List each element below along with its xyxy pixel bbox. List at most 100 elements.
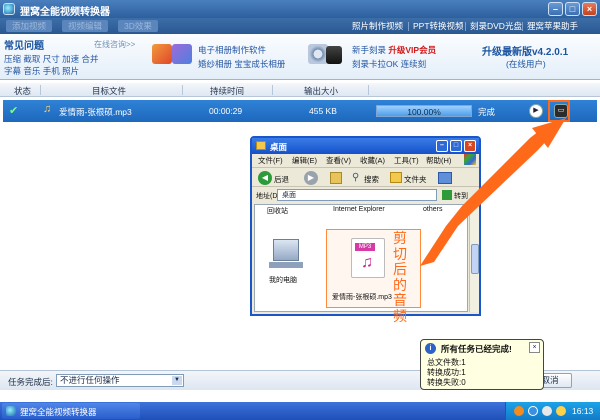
column-status[interactable]: 状态 [14,85,31,97]
info-tray-icon[interactable] [528,406,538,416]
explorer-content[interactable]: 回收站 Internet Explorer others 我的电脑 MP3 ♫ … [254,204,468,312]
taskbar: 狸窝全能视频转换器 16:13 [0,402,600,420]
disc-icon [308,44,328,64]
upgrade-title[interactable]: 升级最新版v4.2.0.1 [482,43,568,58]
film-icon [172,44,192,64]
promo-banner: 常见问题 在线咨询>> 压缩 截取 尺寸 加速 合并 字幕 音乐 手机 照片 电… [0,34,600,80]
window-title: 狸窝全能视频转换器 [20,7,110,18]
folders-button[interactable]: 文件夹 [404,174,427,185]
explorer-window[interactable]: 桌面 – □ × 文件(F) 编辑(E) 查看(V) 收藏(A) 工具(T) 帮… [250,136,481,316]
task-progress-bar: 100.00% [376,105,472,117]
menu-view[interactable]: 查看(V) [326,155,351,166]
recycle-bin-label[interactable]: 回收站 [267,206,288,216]
clock: 16:13 [572,406,594,416]
explorer-title-bar[interactable]: 桌面 – □ × [252,138,479,154]
explorer-menu-bar: 文件(F) 编辑(E) 查看(V) 收藏(A) 工具(T) 帮助(H) [252,154,479,166]
progress-label: 100.00% [407,107,441,117]
scrollbar-thumb[interactable] [471,244,479,274]
taskbar-app-label: 狸窝全能视频转换器 [20,407,97,417]
explorer-toolbar: ◀ 后退 ▶ ⚲ 搜索 文件夹 [252,167,479,187]
burn-promo-line1[interactable]: 新手刻录 升级VIP会员 [352,44,436,56]
faq-links-line2[interactable]: 字幕 音乐 手机 照片 [4,65,79,77]
after-task-select[interactable]: 不进行任何操作 ▼ [56,374,184,387]
photo-video-link[interactable]: 照片制作视频 [352,20,403,32]
search-icon[interactable]: ⚲ [352,172,359,183]
address-field[interactable]: 桌面 [277,189,437,201]
edit-video-button[interactable]: 视频编辑 [62,20,109,32]
my-computer-label[interactable]: 我的电脑 [269,275,297,285]
phone-icon [326,46,342,64]
views-icon[interactable] [438,172,452,184]
column-divider [368,85,369,95]
menu-favorites[interactable]: 收藏(A) [360,155,385,166]
internet-explorer-label[interactable]: Internet Explorer [333,206,385,213]
menu-help[interactable]: 帮助(H) [426,155,451,166]
maximize-button[interactable]: □ [565,2,580,16]
apple-helper-link[interactable]: 狸窝苹果助手 [527,20,578,32]
app-icon [3,3,15,15]
toolbar-divider [522,22,523,31]
task-duration: 00:00:29 [209,106,243,116]
check-icon: ✔ [9,105,19,117]
annotation-text: 剪切后的音频 [393,231,407,325]
back-button[interactable]: 后退 [274,174,289,185]
forward-icon[interactable]: ▶ [304,171,318,185]
minimize-button[interactable]: – [548,2,563,16]
taskbar-app-button[interactable]: 狸窝全能视频转换器 [2,403,140,419]
column-duration[interactable]: 持续时间 [210,85,244,97]
after-task-label: 任务完成后: [8,377,53,387]
others-label[interactable]: others [423,206,442,213]
explorer-scrollbar[interactable] [469,204,479,312]
up-folder-icon[interactable] [330,172,342,184]
burn-beginner-link[interactable]: 新手刻录 [352,45,386,55]
play-button[interactable]: ▶ [529,104,543,118]
info-icon: i [425,343,436,354]
notification-balloon[interactable]: i 所有任务已经完成! × 总文件数:1 转换成功:1 转换失败:0 [420,339,544,390]
app-tray-icon[interactable] [514,406,524,416]
column-output-size[interactable]: 输出大小 [304,85,338,97]
menu-tools[interactable]: 工具(T) [394,155,419,166]
photo-album-icon [152,44,172,64]
arrow-head [532,118,566,148]
menu-edit[interactable]: 编辑(E) [292,155,317,166]
explorer-minimize-button[interactable]: – [436,140,448,152]
folders-icon[interactable] [390,172,402,183]
back-icon[interactable]: ◀ [258,171,272,185]
online-consult-link[interactable]: 在线咨询>> [94,39,135,50]
go-button[interactable]: 转到 [454,191,468,201]
column-target-file[interactable]: 目标文件 [92,85,126,97]
faq-title: 常见问题 [4,41,44,52]
windows-logo-icon [464,154,476,165]
ppt-video-link[interactable]: PPT转换视频 [413,20,464,32]
after-task-value: 不进行任何操作 [60,375,120,385]
chevron-down-icon[interactable]: ▼ [172,376,182,385]
search-button[interactable]: 搜索 [364,174,379,185]
add-video-button[interactable]: 添加视频 [6,20,53,32]
my-computer-icon[interactable] [273,239,299,261]
online-users-label: (在线用户) [506,59,546,69]
3d-effect-button[interactable]: 3D效果 [118,20,158,32]
burn-dvd-link[interactable]: 刻录DVD光盘 [470,20,522,32]
folder-icon [256,141,266,150]
explorer-close-button[interactable]: × [464,140,476,152]
menu-file[interactable]: 文件(F) [258,155,283,166]
faq-links-line1[interactable]: 压缩 截取 尺寸 加速 合并 [4,53,98,65]
album-promo-line2[interactable]: 婚纱相册 宝宝成长相册 [198,58,285,70]
music-note-icon: ♫ [43,103,52,115]
album-promo-line1[interactable]: 电子相册制作软件 [198,44,266,56]
task-size: 455 KB [309,106,337,116]
burn-promo-line2[interactable]: 刻录卡拉OK 连续刻 [352,58,426,70]
go-arrow-icon[interactable] [442,190,452,200]
vip-upgrade-link[interactable]: 升级VIP会员 [388,45,436,55]
title-bar[interactable]: 狸窝全能视频转换器 – □ × [0,0,600,18]
highlight-box [548,100,570,122]
explorer-title: 桌面 [270,142,288,152]
balloon-close-button[interactable]: × [529,342,540,353]
mp3-file-icon: MP3 ♫ [351,238,385,278]
network-tray-icon[interactable] [542,406,552,416]
explorer-maximize-button[interactable]: □ [450,140,462,152]
table-row[interactable]: ✔ ♫ 爱情雨-张根硕.mp3 00:00:29 455 KB 100.00% … [3,100,597,122]
close-button[interactable]: × [582,2,597,16]
toolbar-divider [408,22,409,31]
volume-tray-icon[interactable] [556,406,566,416]
